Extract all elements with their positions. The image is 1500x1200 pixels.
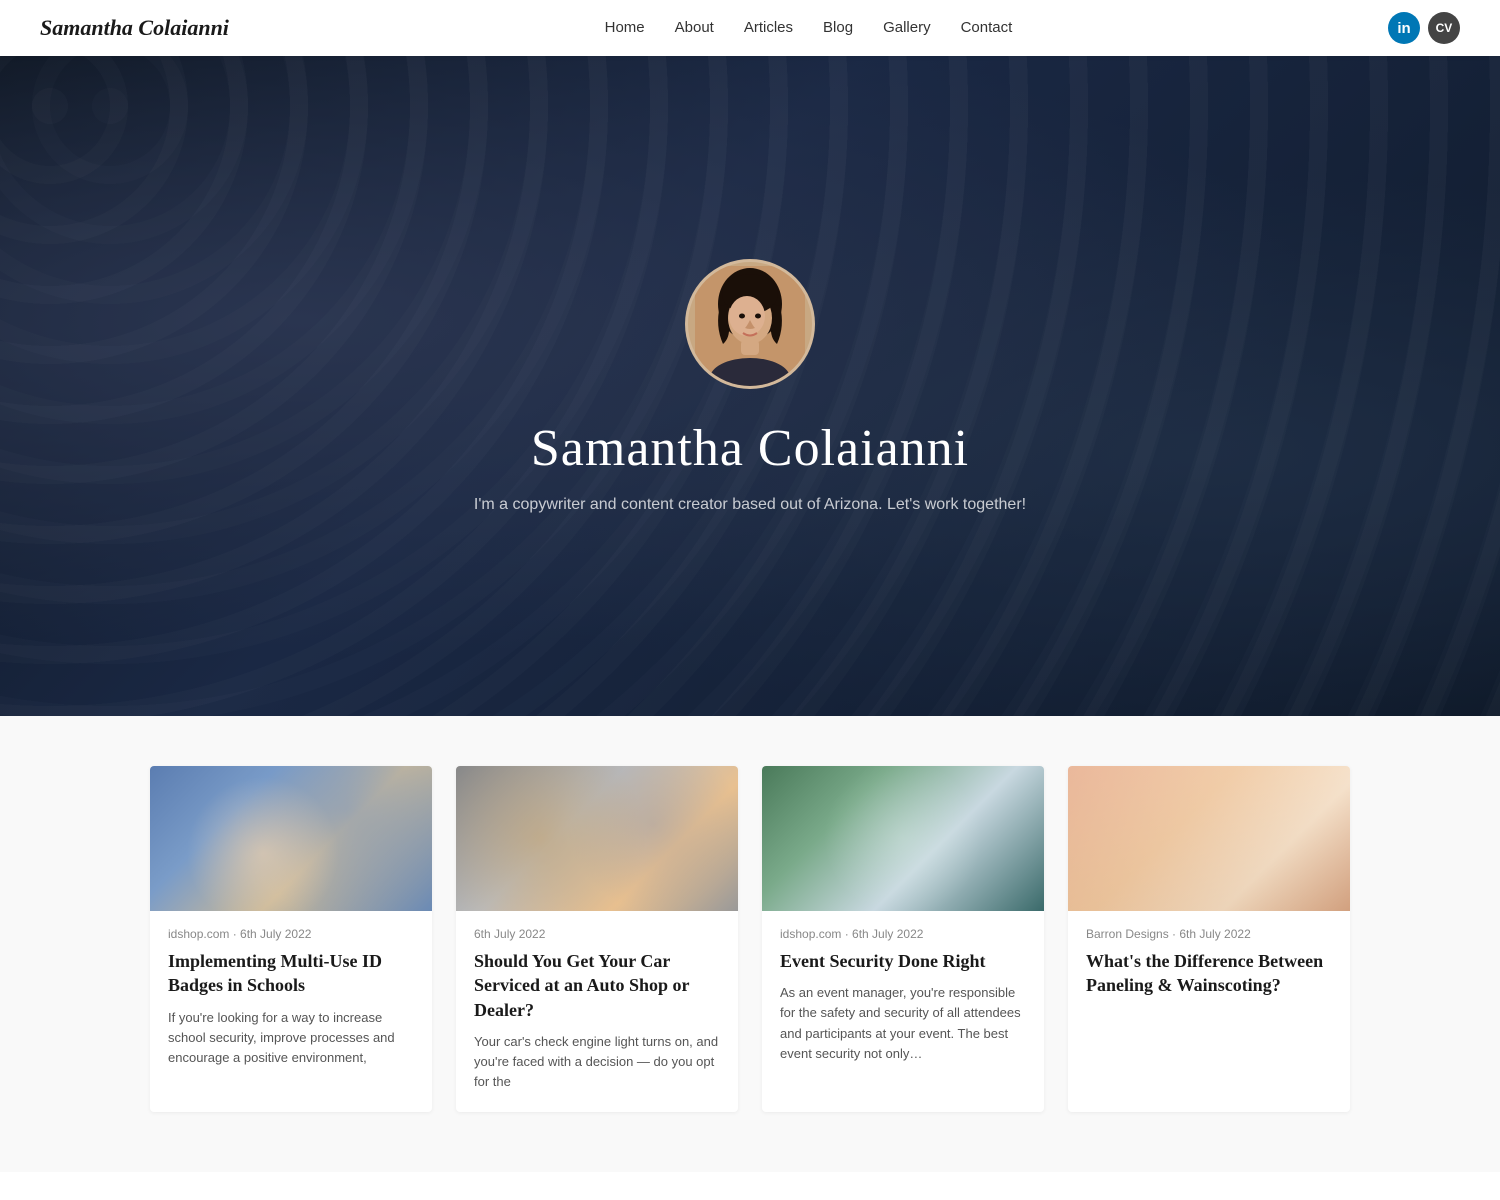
cards-grid: idshop.com · 6th July 2022 Implementing … [150, 766, 1350, 1112]
nav-home[interactable]: Home [605, 19, 645, 36]
navbar: Samantha Colaianni Home About Articles B… [0, 0, 1500, 56]
card-1[interactable]: idshop.com · 6th July 2022 Implementing … [150, 766, 432, 1112]
card-1-body: idshop.com · 6th July 2022 Implementing … [150, 911, 432, 1088]
card-2-body: 6th July 2022 Should You Get Your Car Se… [456, 911, 738, 1112]
nav-articles[interactable]: Articles [744, 19, 793, 36]
nav-gallery[interactable]: Gallery [883, 19, 931, 36]
card-2-excerpt: Your car's check engine light turns on, … [474, 1032, 720, 1092]
site-brand[interactable]: Samantha Colaianni [40, 15, 229, 41]
card-3-excerpt: As an event manager, you're responsible … [780, 983, 1026, 1064]
avatar [685, 259, 815, 389]
card-4-body: Barron Designs · 6th July 2022 What's th… [1068, 911, 1350, 1028]
hero-name: Samantha Colaianni [531, 419, 969, 478]
linkedin-icon[interactable]: in [1388, 12, 1420, 44]
nav-links: Home About Articles Blog Gallery Contact [605, 19, 1013, 37]
card-1-image [150, 766, 432, 911]
avatar-image [695, 266, 805, 386]
nav-about[interactable]: About [675, 19, 714, 36]
hero-content: Samantha Colaianni I'm a copywriter and … [474, 259, 1026, 514]
card-2[interactable]: 6th July 2022 Should You Get Your Car Se… [456, 766, 738, 1112]
card-3[interactable]: idshop.com · 6th July 2022 Event Securit… [762, 766, 1044, 1112]
cards-section: idshop.com · 6th July 2022 Implementing … [0, 716, 1500, 1172]
card-3-body: idshop.com · 6th July 2022 Event Securit… [762, 911, 1044, 1084]
nav-icons: in CV [1388, 12, 1460, 44]
card-1-title: Implementing Multi-Use ID Badges in Scho… [168, 949, 414, 998]
card-1-source: idshop.com · 6th July 2022 [168, 927, 414, 941]
card-3-title: Event Security Done Right [780, 949, 1026, 973]
card-4-title: What's the Difference Between Paneling &… [1086, 949, 1332, 998]
card-2-source: 6th July 2022 [474, 927, 720, 941]
card-2-title: Should You Get Your Car Serviced at an A… [474, 949, 720, 1022]
hero-tagline: I'm a copywriter and content creator bas… [474, 496, 1026, 514]
card-3-image [762, 766, 1044, 911]
card-3-source: idshop.com · 6th July 2022 [780, 927, 1026, 941]
cv-icon[interactable]: CV [1428, 12, 1460, 44]
card-4-image [1068, 766, 1350, 911]
nav-contact[interactable]: Contact [961, 19, 1013, 36]
card-4-source: Barron Designs · 6th July 2022 [1086, 927, 1332, 941]
card-4[interactable]: Barron Designs · 6th July 2022 What's th… [1068, 766, 1350, 1112]
hero-section: Samantha Colaianni I'm a copywriter and … [0, 56, 1500, 716]
nav-blog[interactable]: Blog [823, 19, 853, 36]
card-2-image [456, 766, 738, 911]
card-1-excerpt: If you're looking for a way to increase … [168, 1008, 414, 1068]
